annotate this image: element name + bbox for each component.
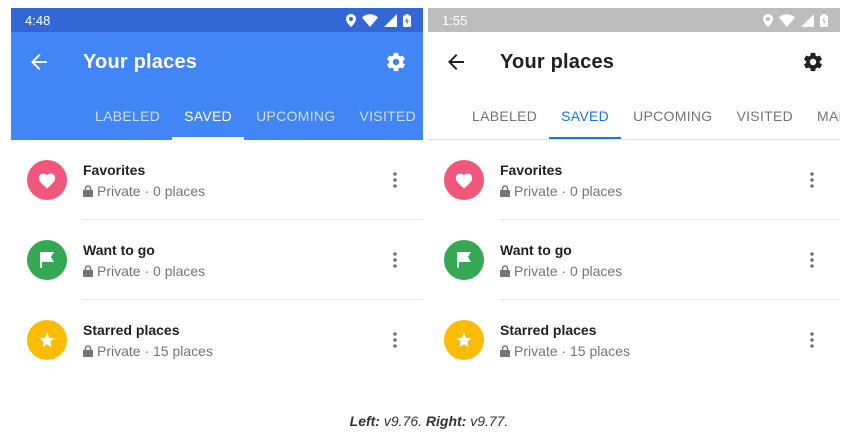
- battery-icon: [403, 13, 411, 27]
- list-name: Starred places: [500, 321, 597, 338]
- list-meta: Private · 15 places: [514, 342, 630, 359]
- page-title: Your places: [500, 50, 615, 73]
- tab-visited[interactable]: VISITED: [724, 92, 805, 139]
- screen-right-v977: 1:55 Your places LABELED SAVED UPCOMING …: [428, 8, 840, 378]
- more-vert-icon[interactable]: [383, 168, 407, 192]
- more-vert-icon[interactable]: [800, 328, 824, 352]
- list-meta: Private · 0 places: [97, 182, 206, 199]
- lock-icon: [500, 264, 510, 277]
- saved-lists: Favorites Private · 0 places Want to go …: [11, 140, 423, 378]
- back-arrow-icon[interactable]: [444, 50, 468, 74]
- list-name: Want to go: [83, 241, 155, 258]
- list-name: Favorites: [500, 161, 563, 178]
- list-item-starred-places[interactable]: Starred places Private · 15 places: [11, 300, 423, 378]
- gear-icon[interactable]: [383, 49, 409, 75]
- list-meta: Private · 0 places: [97, 262, 206, 279]
- more-vert-icon[interactable]: [800, 168, 824, 192]
- lock-icon: [83, 344, 93, 357]
- app-bar: Your places: [11, 32, 423, 92]
- tab-maps[interactable]: MAPS: [805, 92, 840, 139]
- back-arrow-icon[interactable]: [27, 50, 51, 74]
- battery-icon: [820, 13, 828, 27]
- wifi-icon: [362, 13, 378, 27]
- status-bar: 4:48: [11, 8, 423, 32]
- list-meta: Private · 0 places: [514, 182, 623, 199]
- list-item-want-to-go[interactable]: Want to go Private · 0 places: [11, 220, 423, 300]
- status-time: 1:55: [442, 12, 468, 28]
- heart-icon: [27, 160, 67, 200]
- list-item-want-to-go[interactable]: Want to go Private · 0 places: [428, 220, 840, 300]
- list-meta: Private · 15 places: [97, 342, 213, 359]
- tab-labeled[interactable]: LABELED: [83, 92, 172, 140]
- flag-icon: [27, 240, 67, 280]
- lock-icon: [83, 184, 93, 197]
- tab-visited[interactable]: VISITED: [347, 92, 423, 140]
- heart-icon: [444, 160, 484, 200]
- wifi-icon: [779, 13, 795, 27]
- status-icons: [346, 13, 411, 27]
- tab-upcoming[interactable]: UPCOMING: [621, 92, 724, 139]
- list-name: Favorites: [83, 161, 146, 178]
- tab-saved[interactable]: SAVED: [549, 92, 622, 139]
- lock-icon: [500, 184, 510, 197]
- list-item-starred-places[interactable]: Starred places Private · 15 places: [428, 300, 840, 378]
- status-time: 4:48: [25, 12, 51, 28]
- tab-bar: LABELED SAVED UPCOMING VISITED MAPS: [428, 92, 840, 140]
- star-icon: [444, 320, 484, 360]
- gear-icon[interactable]: [800, 49, 826, 75]
- signal-icon: [384, 13, 397, 27]
- caption-right-version: v9.77.: [466, 413, 509, 429]
- star-icon: [27, 320, 67, 360]
- figure-caption: Left: v9.76. Right: v9.77.: [0, 413, 858, 429]
- status-icons: [763, 13, 828, 27]
- tab-labeled[interactable]: LABELED: [460, 92, 549, 139]
- more-vert-icon[interactable]: [383, 328, 407, 352]
- tab-upcoming[interactable]: UPCOMING: [244, 92, 347, 140]
- app-bar: Your places: [428, 32, 840, 92]
- tab-bar: LABELED SAVED UPCOMING VISITED MA: [11, 92, 423, 140]
- list-name: Want to go: [500, 241, 572, 258]
- saved-lists: Favorites Private · 0 places Want to go …: [428, 140, 840, 378]
- list-meta: Private · 0 places: [514, 262, 623, 279]
- list-name: Starred places: [83, 321, 180, 338]
- page-title: Your places: [83, 50, 198, 73]
- lock-icon: [500, 344, 510, 357]
- signal-icon: [801, 13, 814, 27]
- lock-icon: [83, 264, 93, 277]
- caption-left-label: Left:: [349, 413, 380, 429]
- list-item-favorites[interactable]: Favorites Private · 0 places: [11, 140, 423, 220]
- caption-left-version: v9.76.: [379, 413, 426, 429]
- caption-right-label: Right:: [425, 413, 467, 429]
- status-bar: 1:55: [428, 8, 840, 32]
- more-vert-icon[interactable]: [800, 248, 824, 272]
- location-icon: [763, 13, 773, 27]
- tab-saved[interactable]: SAVED: [172, 92, 245, 140]
- more-vert-icon[interactable]: [383, 248, 407, 272]
- flag-icon: [444, 240, 484, 280]
- screen-left-v976: 4:48 Your places LABELED SAVED UPCOMING …: [11, 8, 423, 378]
- list-item-favorites[interactable]: Favorites Private · 0 places: [428, 140, 840, 220]
- location-icon: [346, 13, 356, 27]
